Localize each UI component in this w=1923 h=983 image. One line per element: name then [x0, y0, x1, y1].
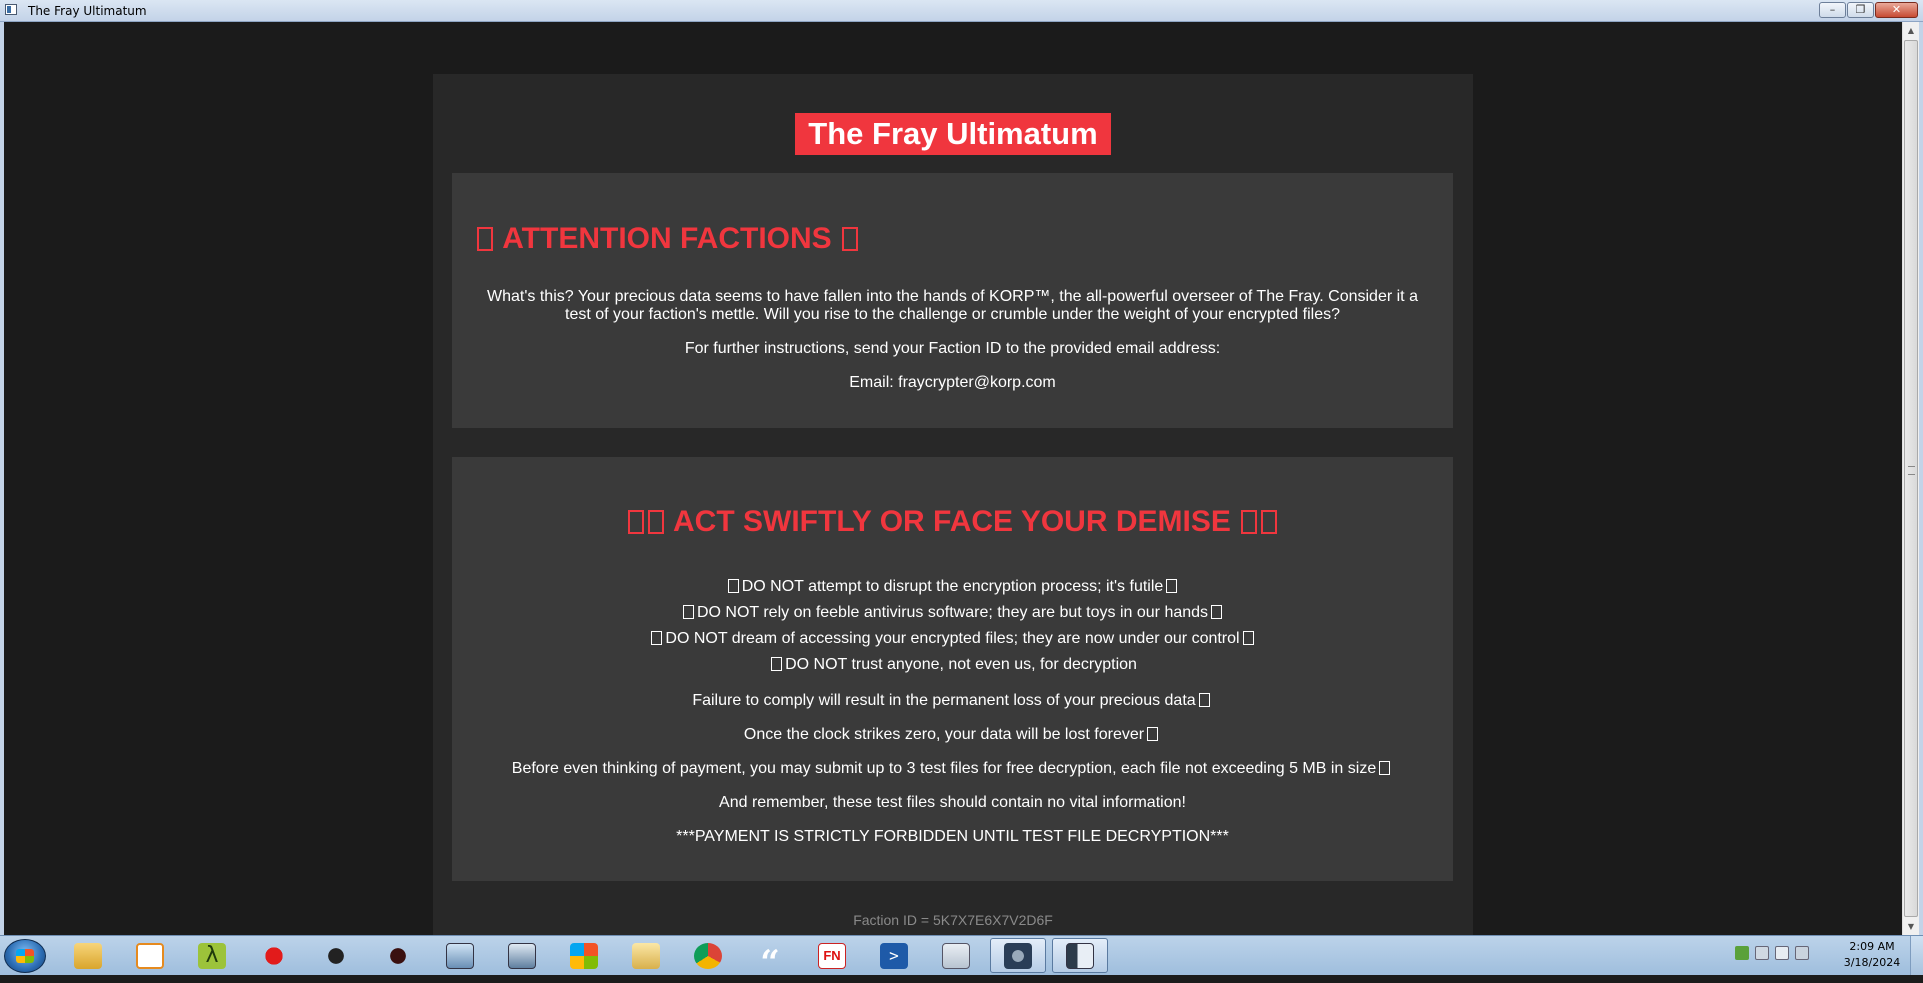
- window-frame-right: [1919, 22, 1923, 935]
- bug-icon: [322, 942, 350, 969]
- test-files-notice: Before even thinking of payment, you may…: [452, 759, 1453, 779]
- instructions-text: For further instructions, send your Fact…: [684, 340, 1221, 357]
- missing-glyph-icon: [1261, 510, 1278, 534]
- clock-date: 3/18/2024: [1843, 956, 1901, 969]
- folder-window-icon: [632, 942, 660, 969]
- media-player-icon: [136, 942, 164, 969]
- system-tray: [1735, 946, 1809, 960]
- scroll-up-icon[interactable]: ▲: [1903, 22, 1919, 39]
- windows-logo-icon: [16, 949, 34, 963]
- fn-icon: FN: [818, 942, 846, 969]
- quote-icon: “: [760, 942, 780, 983]
- missing-glyph-icon: [1242, 631, 1254, 645]
- faction-id: Faction ID = 5K7X7E6X7V2D6F: [853, 912, 1053, 928]
- taskbar-clock[interactable]: 2:09 AM 3/18/2024: [1836, 939, 1908, 971]
- lambda-icon: λ: [198, 942, 226, 969]
- missing-glyph-icon: [477, 227, 493, 251]
- taskbar: λ “ FN > 2:09 AM 3/18/2024: [0, 935, 1923, 983]
- missing-glyph-icon: [1147, 727, 1159, 741]
- missing-glyph-icon: [682, 605, 694, 619]
- scroll-down-icon[interactable]: ▼: [1903, 918, 1919, 935]
- taskbar-windows-tool[interactable]: [556, 938, 612, 973]
- taskbar-calculator[interactable]: [928, 938, 984, 973]
- missing-glyph-icon: [1211, 605, 1223, 619]
- list-item: DO NOT dream of accessing your encrypted…: [452, 626, 1453, 652]
- list-item: DO NOT trust anyone, not even us, for de…: [452, 652, 1453, 678]
- clock-warning: Once the clock strikes zero, your data w…: [452, 725, 1453, 745]
- explorer-icon: [74, 942, 102, 969]
- window-titlebar[interactable]: The Fray Ultimatum – ❐ ✕: [0, 0, 1923, 22]
- missing-glyph-icon: [651, 631, 663, 645]
- missing-glyph-icon: [1198, 693, 1210, 707]
- taskbar-powershell[interactable]: >: [866, 938, 922, 973]
- taskbar-quote-app[interactable]: “: [742, 938, 798, 983]
- grip-icon: [1908, 466, 1915, 475]
- action-center-icon[interactable]: [1755, 946, 1769, 960]
- contact-email: Email: fraycrypter@korp.com: [849, 374, 1056, 391]
- attention-intro-text: What's this? Your precious data seems to…: [487, 288, 1418, 323]
- ransom-note-container: The Fray Ultimatum ATTENTION FACTIONS Wh…: [433, 74, 1473, 935]
- vertical-scrollbar[interactable]: ▲ ▼: [1902, 22, 1919, 935]
- taskbar-red-splat[interactable]: [246, 938, 302, 973]
- network-icon[interactable]: [1795, 946, 1809, 960]
- list-item: DO NOT rely on feeble antivirus software…: [452, 600, 1453, 626]
- windows-logo-icon: [570, 942, 598, 969]
- payment-forbidden-notice: ***PAYMENT IS STRICTLY FORBIDDEN UNTIL T…: [676, 828, 1229, 845]
- taskbar-folder-window[interactable]: [618, 938, 674, 973]
- scroll-thumb[interactable]: [1904, 40, 1918, 917]
- act-swiftly-heading: ACT SWIFTLY OR FACE YOUR DEMISE: [452, 505, 1453, 539]
- restore-button[interactable]: ❐: [1847, 2, 1874, 18]
- missing-glyph-icon: [627, 510, 644, 534]
- red-splat-icon: [260, 942, 288, 969]
- bug-icon: [384, 942, 412, 969]
- ransom-window-icon: [1066, 942, 1094, 969]
- list-item: DO NOT attempt to disrupt the encryption…: [452, 574, 1453, 600]
- show-desktop-button[interactable]: [1910, 936, 1923, 975]
- warnings-panel: ACT SWIFTLY OR FACE YOUR DEMISE DO NOT a…: [452, 457, 1453, 881]
- taskbar-debugger-2[interactable]: [370, 938, 426, 973]
- client-area: The Fray Ultimatum ATTENTION FACTIONS Wh…: [0, 22, 1923, 935]
- missing-glyph-icon: [771, 657, 783, 671]
- missing-glyph-icon: [842, 227, 859, 251]
- calculator-icon: [942, 942, 970, 969]
- taskbar-ransom-window[interactable]: [1052, 938, 1108, 973]
- missing-glyph-icon: [647, 510, 664, 534]
- process-monitor-icon: [446, 942, 474, 969]
- window-controls: – ❐ ✕: [1819, 2, 1918, 18]
- missing-glyph-icon: [727, 579, 739, 593]
- window-frame-left: [0, 22, 4, 935]
- warning-list: DO NOT attempt to disrupt the encryption…: [452, 574, 1453, 678]
- missing-glyph-icon: [1379, 761, 1391, 775]
- start-button[interactable]: [4, 939, 46, 973]
- taskbar-explorer[interactable]: [60, 938, 116, 973]
- failure-warning: Failure to comply will result in the per…: [452, 691, 1453, 711]
- page-title: The Fray Ultimatum: [795, 113, 1111, 155]
- powershell-icon: >: [880, 942, 908, 969]
- attention-heading: ATTENTION FACTIONS: [475, 222, 860, 256]
- remember-notice: And remember, these test files should co…: [719, 794, 1186, 811]
- taskbar-lambda[interactable]: λ: [184, 938, 240, 973]
- clock-time: 2:09 AM: [1849, 940, 1895, 953]
- app-window-icon: [5, 4, 17, 15]
- taskbar-fn-app[interactable]: FN: [804, 938, 860, 973]
- shield-icon[interactable]: [1735, 946, 1749, 960]
- taskbar-disk-tool[interactable]: [990, 938, 1046, 973]
- minimize-button[interactable]: –: [1819, 2, 1846, 18]
- close-button[interactable]: ✕: [1875, 2, 1918, 18]
- taskbar-chrome[interactable]: [680, 938, 736, 973]
- taskbar-debugger-1[interactable]: [308, 938, 364, 973]
- missing-glyph-icon: [1166, 579, 1178, 593]
- disk-tool-icon: [1004, 942, 1032, 969]
- taskbar-media-player[interactable]: [122, 938, 178, 973]
- missing-glyph-icon: [1241, 510, 1258, 534]
- attention-panel: ATTENTION FACTIONS What's this? Your pre…: [452, 173, 1453, 428]
- taskbar-network-monitor[interactable]: [494, 938, 550, 973]
- taskbar-process-monitor[interactable]: [432, 938, 488, 973]
- volume-icon[interactable]: [1775, 946, 1789, 960]
- network-monitor-icon: [508, 942, 536, 969]
- window-title: The Fray Ultimatum: [28, 4, 147, 18]
- chrome-icon: [694, 942, 722, 969]
